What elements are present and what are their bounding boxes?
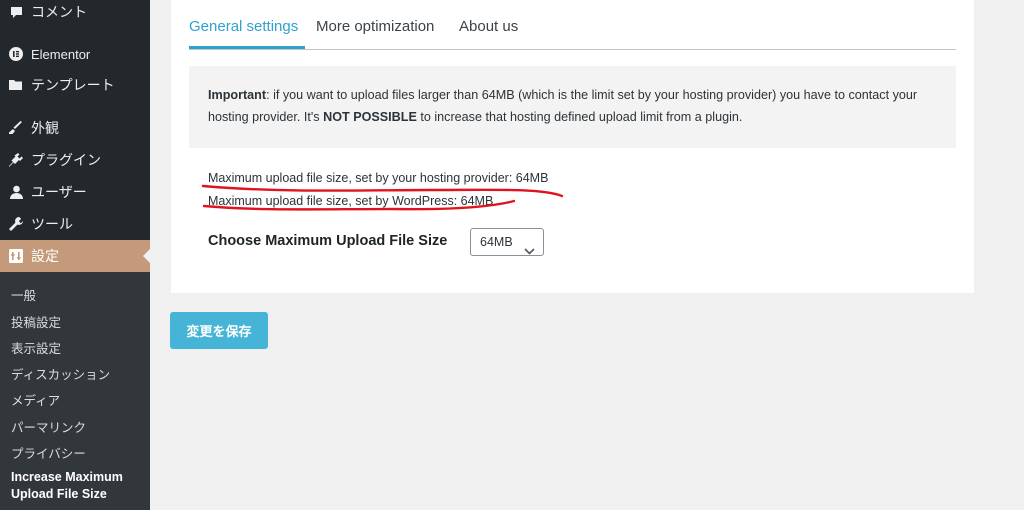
tab-bar: General settings More optimization About… [189, 6, 956, 50]
selected-value: 64MB [480, 235, 513, 249]
submenu-reading[interactable]: 表示設定 [11, 338, 61, 357]
menu-label: プラグイン [31, 152, 101, 168]
folder-icon [9, 78, 23, 92]
menu-plugins[interactable]: プラグイン [0, 144, 150, 176]
settings-panel: General settings More optimization About… [171, 0, 974, 293]
submenu-media[interactable]: メディア [11, 390, 60, 409]
choose-upload-size-label: Choose Maximum Upload File Size [208, 233, 448, 249]
save-changes-button[interactable]: 変更を保存 [170, 312, 268, 349]
comment-icon [9, 5, 23, 19]
submenu-general[interactable]: 一般 [11, 285, 36, 304]
plugin-icon [9, 153, 23, 167]
submenu-discussion[interactable]: ディスカッション [11, 364, 110, 383]
menu-label: ユーザー [31, 184, 87, 200]
tab-about-us[interactable]: About us [459, 18, 518, 35]
menu-elementor[interactable]: Elementor [0, 38, 150, 70]
menu-templates[interactable]: テンプレート [0, 69, 150, 101]
menu-label: 設定 [31, 248, 59, 264]
submenu-current-label-line2: Upload File Size [11, 487, 107, 501]
upload-size-select[interactable]: 64MB [470, 228, 544, 256]
menu-comments[interactable]: コメント [0, 0, 150, 28]
menu-label: Elementor [31, 46, 91, 62]
notice-strong-not-possible: NOT POSSIBLE [323, 109, 417, 124]
paintbrush-icon [9, 121, 23, 135]
settings-submenu: 一般 投稿設定 表示設定 ディスカッション メディア パーマリンク プライバシー… [0, 272, 150, 510]
active-tab-indicator [189, 46, 305, 49]
tab-more-optimization[interactable]: More optimization [316, 18, 434, 35]
menu-users[interactable]: ユーザー [0, 176, 150, 208]
menu-appearance[interactable]: 外観 [0, 112, 150, 144]
submenu-increase-upload-size[interactable]: Increase Maximum Upload File Size [11, 469, 123, 503]
submenu-writing[interactable]: 投稿設定 [11, 312, 61, 331]
important-notice: Important: if you want to upload files l… [189, 66, 956, 148]
tab-general-settings[interactable]: General settings [189, 18, 298, 35]
menu-label: 外観 [31, 120, 59, 136]
submenu-permalinks[interactable]: パーマリンク [11, 417, 86, 436]
chevron-down-icon [524, 238, 535, 264]
notice-text-end: to increase that hosting defined upload … [416, 109, 743, 124]
menu-label: コメント [31, 4, 87, 20]
menu-label: テンプレート [31, 77, 115, 93]
elementor-icon [9, 47, 23, 61]
wordpress-limit-text: Maximum upload file size, set by WordPre… [208, 194, 494, 208]
submenu-privacy[interactable]: プライバシー [11, 443, 86, 462]
user-icon [9, 185, 23, 199]
admin-sidebar: コメント Elementor テンプレート 外観 プラグイン ユーザー ツール … [0, 0, 150, 510]
submenu-current-label-line1: Increase Maximum [11, 470, 123, 484]
hosting-limit-text: Maximum upload file size, set by your ho… [208, 171, 549, 185]
menu-tools[interactable]: ツール [0, 208, 150, 240]
menu-label: ツール [31, 216, 73, 232]
settings-icon [9, 249, 23, 263]
menu-settings[interactable]: 設定 [0, 240, 150, 272]
notice-strong: Important [208, 88, 267, 102]
wrench-icon [9, 217, 23, 231]
